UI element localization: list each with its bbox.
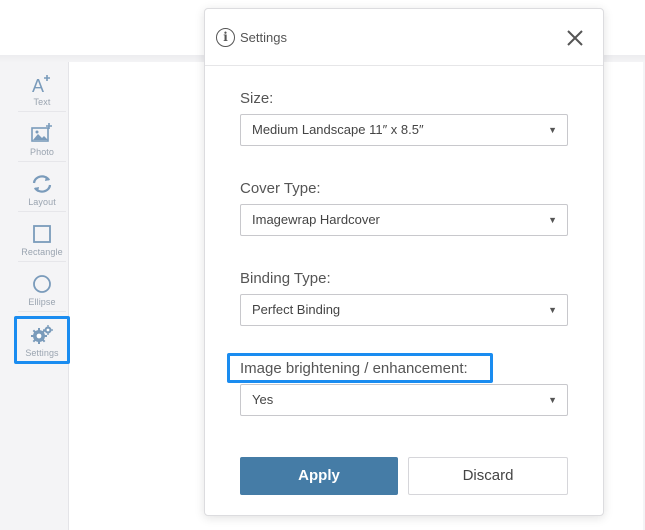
settings-dialog: i Settings Size: Medium Landscape 11″ x … [204,8,604,516]
tool-settings-label: Settings [25,347,59,358]
tool-layout[interactable]: Layout [18,170,66,212]
binding-type-select-value: Perfect Binding [252,302,341,317]
tool-settings[interactable]: Settings [14,316,70,364]
info-icon: i [216,28,235,47]
layout-refresh-icon [30,172,54,196]
ellipse-icon [30,272,54,296]
tool-photo[interactable]: Photo [18,120,66,162]
tool-photo-label: Photo [29,147,55,157]
enhancement-label: Image brightening / enhancement: [240,360,468,377]
gears-icon [30,323,54,347]
photo-add-icon [30,122,54,146]
tool-rectangle-label: Rectangle [21,247,63,257]
svg-text:A: A [32,76,44,96]
tool-rectangle[interactable]: Rectangle [18,220,66,262]
dialog-header: i Settings [205,9,603,66]
chevron-down-icon: ▼ [548,215,557,225]
cover-type-select-value: Imagewrap Hardcover [252,212,380,227]
size-label: Size: [240,90,274,107]
apply-button[interactable]: Apply [240,457,398,495]
tool-panel: A Text Photo Layout Rectangle Ellipse Se… [14,66,70,486]
rectangle-icon [30,222,54,246]
tool-text-label: Text [33,97,51,107]
size-select[interactable]: Medium Landscape 11″ x 8.5″ ▼ [240,114,568,146]
size-select-value: Medium Landscape 11″ x 8.5″ [252,122,424,137]
close-button[interactable] [563,26,587,50]
tool-text[interactable]: A Text [18,70,66,112]
binding-type-select[interactable]: Perfect Binding ▼ [240,294,568,326]
chevron-down-icon: ▼ [548,125,557,135]
tool-layout-label: Layout [28,197,56,207]
tool-ellipse-label: Ellipse [28,297,56,307]
chevron-down-icon: ▼ [548,395,557,405]
chevron-down-icon: ▼ [548,305,557,315]
cover-type-label: Cover Type: [240,180,321,197]
dialog-title: Settings [240,30,287,45]
discard-button[interactable]: Discard [408,457,568,495]
cover-type-select[interactable]: Imagewrap Hardcover ▼ [240,204,568,236]
enhancement-select[interactable]: Yes ▼ [240,384,568,416]
text-add-icon: A [30,72,54,96]
close-icon [567,30,583,46]
tool-ellipse[interactable]: Ellipse [18,270,66,312]
enhancement-select-value: Yes [252,392,274,407]
binding-type-label: Binding Type: [240,270,331,287]
